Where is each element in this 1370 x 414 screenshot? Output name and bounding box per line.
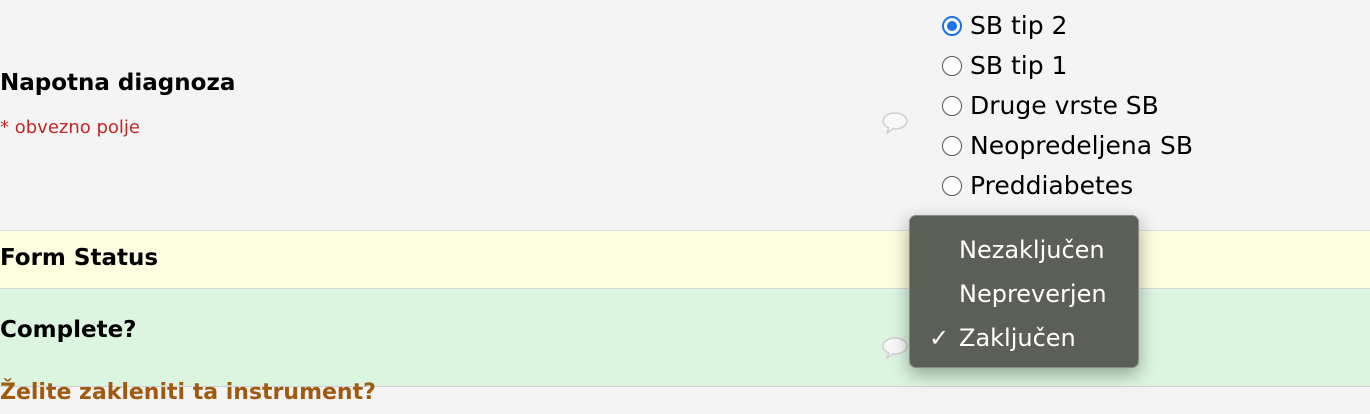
radio-option-label: Druge vrste SB [970, 91, 1159, 120]
comment-bubble-icon[interactable] [881, 112, 909, 134]
radio-option-label: Preddiabetes [970, 171, 1134, 200]
dropdown-option-label: Zaključen [959, 324, 1076, 352]
dropdown-option-nezakljucen[interactable]: Nezaključen [910, 228, 1138, 272]
radio-option-neopredeljena-sb[interactable]: Neopredeljena SB [942, 126, 1193, 166]
dropdown-option-label: Nezaključen [959, 236, 1105, 264]
radio-option-label: Neopredeljena SB [970, 131, 1194, 160]
diagnosis-radio-group: SB tip 2 SB tip 1 Druge vrste SB Neopred… [942, 6, 1193, 206]
radio-option-sb-tip-2[interactable]: SB tip 2 [942, 6, 1193, 46]
diagnosis-label: Napotna diagnoza [0, 70, 236, 96]
radio-option-label: SB tip 1 [970, 51, 1068, 80]
complete-label: Complete? [0, 317, 137, 343]
comment-bubble-icon[interactable] [881, 337, 909, 359]
radio-button[interactable] [942, 96, 962, 116]
radio-button[interactable] [942, 56, 962, 76]
form-status-label: Form Status [0, 245, 159, 271]
required-note: * obvezno polje [0, 117, 140, 138]
dropdown-option-zakljucen[interactable]: ✓ Zaključen [910, 316, 1138, 360]
complete-row: Complete? [0, 289, 1370, 387]
radio-option-label: SB tip 2 [970, 11, 1068, 40]
radio-option-sb-tip-1[interactable]: SB tip 1 [942, 46, 1193, 86]
form-status-row: Form Status [0, 231, 1370, 289]
lock-row: Želite zakleniti ta instrument? [0, 380, 1370, 414]
radio-option-druge-vrste-sb[interactable]: Druge vrste SB [942, 86, 1193, 126]
radio-button[interactable] [942, 136, 962, 156]
dropdown-option-nepreverjen[interactable]: Nepreverjen [910, 272, 1138, 316]
radio-button-checked[interactable] [942, 16, 962, 36]
radio-option-preddiabetes[interactable]: Preddiabetes [942, 166, 1193, 206]
complete-status-dropdown-menu[interactable]: Nezaključen Nepreverjen ✓ Zaključen [909, 215, 1139, 368]
lock-instrument-link[interactable]: Želite zakleniti ta instrument? [0, 380, 376, 405]
diagnosis-row: Napotna diagnoza * obvezno polje SB tip … [0, 0, 1370, 231]
dropdown-option-label: Nepreverjen [959, 280, 1107, 308]
checkmark-icon: ✓ [928, 324, 950, 352]
radio-button[interactable] [942, 176, 962, 196]
